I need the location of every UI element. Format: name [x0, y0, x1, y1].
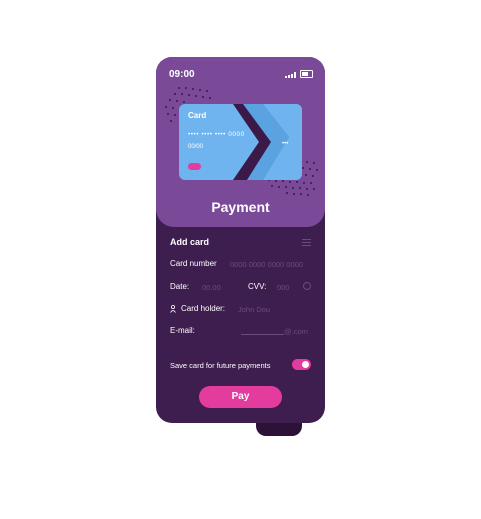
phone-screen: 09:00 Card •••• •••• •••• 0000 00/00 •••… [156, 57, 325, 423]
card-number-label: Card number [170, 259, 217, 268]
card-cvv: ••• [282, 141, 289, 147]
status-icons [285, 70, 313, 78]
date-input[interactable]: 00.00 [202, 283, 221, 292]
email-input[interactable]: @.com [284, 327, 308, 336]
signal-icon [285, 72, 296, 78]
email-label: E-mail: [170, 326, 195, 335]
add-card-heading: Add card [170, 237, 210, 247]
card-chip-icon [188, 163, 201, 170]
cvv-input[interactable]: 000 [277, 283, 290, 292]
payment-header-panel: 09:00 Card •••• •••• •••• 0000 00/00 •••… [156, 57, 325, 227]
card-expiry: 00/00 [188, 144, 204, 150]
pay-button[interactable]: Pay [199, 386, 282, 408]
save-card-toggle[interactable] [292, 359, 311, 370]
email-underline [241, 334, 284, 335]
cvv-info-icon[interactable] [303, 282, 311, 290]
date-label: Date: [170, 282, 190, 291]
battery-icon [300, 70, 313, 78]
save-card-label: Save card for future payments [170, 361, 271, 370]
status-time: 09:00 [169, 69, 195, 80]
user-icon [170, 305, 176, 313]
credit-card-preview: Card •••• •••• •••• 0000 00/00 ••• [179, 104, 302, 180]
card-number: •••• •••• •••• 0000 [188, 131, 245, 138]
card-title: Card [188, 111, 207, 120]
menu-icon[interactable] [302, 239, 311, 248]
cvv-label: CVV: [248, 282, 267, 291]
card-holder-label: Card holder: [181, 304, 226, 313]
card-holder-input[interactable]: John Dou [238, 305, 270, 314]
card-number-input[interactable]: 0000 0000 0000 0000 [230, 260, 303, 269]
page-title: Payment [211, 199, 270, 215]
